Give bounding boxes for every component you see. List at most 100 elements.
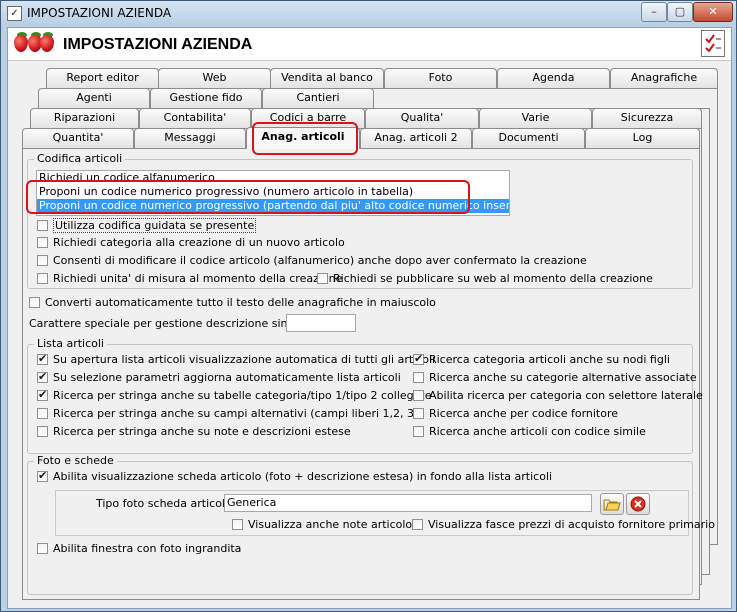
option-highlight [26,180,470,214]
tipo-foto-input[interactable]: Generica [224,494,592,512]
codifica-articoli-group: Codifica articoli Richiedi un codice alf… [27,152,693,289]
checkbox-box[interactable] [37,273,48,284]
checkbox-box[interactable] [413,408,424,419]
tab-quantita[interactable]: Quantita' [22,128,134,148]
minimize-button[interactable]: – [641,2,667,22]
application-window: ✓ IMPOSTAZIONI AZIENDA – ▢ ✕ IMPOSTAZION… [0,0,737,612]
checkbox-label: Ricerca anche su categorie alternative a… [429,371,697,384]
maximize-button[interactable]: ▢ [667,2,693,22]
converti-maiuscolo-checkbox[interactable]: Converti automaticamente tutto il testo … [29,296,436,309]
tab-agenti[interactable]: Agenti [38,88,150,108]
lista-option-checkbox[interactable]: Ricerca categoria articoli anche su nodi… [413,352,670,366]
page-title: IMPOSTAZIONI AZIENDA [63,36,253,53]
visualizza-note-checkbox[interactable]: Visualizza anche note articolo [232,518,412,531]
lista-option-checkbox[interactable]: Ricerca anche articoli con codice simile [413,425,646,438]
abilita-scheda-checkbox[interactable]: Abilita visualizzazione scheda articolo … [37,469,553,483]
client-area: IMPOSTAZIONI AZIENDA Report editor Web V… [7,27,732,609]
checkbox-label: Richiedi categoria alla creazione di un … [53,236,345,249]
tab-sicurezza[interactable]: Sicurezza [592,108,702,128]
checkbox-box[interactable] [37,426,48,437]
tab-riparazioni[interactable]: Riparazioni [30,108,139,128]
checkbox-box[interactable] [37,408,48,419]
checkbox-box[interactable] [37,220,48,231]
richiedi-unita-misura-checkbox[interactable]: Richiedi unita' di misura al momento del… [37,272,342,285]
checkbox-box[interactable] [37,352,48,365]
clear-button[interactable] [626,493,650,515]
checkbox-label: Abilita ricerca per categoria con selett… [429,389,703,402]
checkbox-box[interactable] [37,255,48,266]
checkbox-box[interactable] [412,519,423,530]
checkbox-label: Converti automaticamente tutto il testo … [45,296,436,309]
carattere-speciale-input[interactable] [286,314,356,332]
tab-vendita-al-banco[interactable]: Vendita al banco [270,68,384,88]
tab-varie[interactable]: Varie [479,108,592,128]
tab-anagrafiche[interactable]: Anagrafiche [610,68,718,88]
tab-foto[interactable]: Foto [384,68,497,88]
lista-option-checkbox[interactable]: Ricerca anche su categorie alternative a… [413,371,697,384]
tab-anag-articoli-2[interactable]: Anag. articoli 2 [360,128,472,148]
checkbox-box[interactable] [37,469,48,482]
checkbox-box[interactable] [37,388,48,401]
lista-option-checkbox[interactable]: Su apertura lista articoli visualizzazio… [37,352,436,366]
foto-schede-group: Foto e schede Abilita visualizzazione sc… [27,454,715,595]
tab-gestione-fido[interactable]: Gestione fido [150,88,262,108]
title-bar[interactable]: ✓ IMPOSTAZIONI AZIENDA – ▢ ✕ [1,1,736,25]
carattere-speciale-label: Carattere speciale per gestione descrizi… [29,317,326,330]
tab-cantieri[interactable]: Cantieri [262,88,374,108]
visualizza-fasce-checkbox[interactable]: Visualizza fasce prezzi di acquisto forn… [412,518,715,531]
checkbox-box[interactable] [413,372,424,383]
header-bar: IMPOSTAZIONI AZIENDA [8,28,731,61]
checkbox-label: Visualizza anche note articolo [248,518,413,531]
checkbox-label: Su selezione parametri aggiorna automati… [53,371,401,384]
tab-qualita[interactable]: Qualita' [365,108,479,128]
folder-browse-button[interactable] [600,493,624,515]
tipo-foto-panel: Tipo foto scheda articolo : Generica Vis… [55,490,715,536]
checkbox-box[interactable] [232,519,243,530]
window-title: IMPOSTAZIONI AZIENDA [27,6,172,20]
lista-option-checkbox[interactable]: Ricerca per stringa anche su campi alter… [37,407,418,420]
app-check-icon[interactable]: ✓ [7,6,22,21]
checkbox-label: Ricerca per stringa anche su tabelle cat… [53,389,432,402]
tab-agenda[interactable]: Agenda [497,68,610,88]
tab-contabilita[interactable]: Contabilita' [139,108,251,128]
checkbox-label: Richiedi se pubblicare su web al momento… [333,272,653,285]
checkbox-box[interactable] [317,273,328,284]
checkbox-box[interactable] [413,390,424,401]
utilizza-codifica-guidata-checkbox[interactable]: Utilizza codifica guidata se presente [37,218,257,233]
tab-messaggi[interactable]: Messaggi [134,128,246,148]
checkbox-label: Abilita finestra con foto ingrandita [53,542,242,555]
lista-option-checkbox[interactable]: Ricerca per stringa anche su note e desc… [37,425,351,438]
checkbox-box[interactable] [29,297,40,308]
checkbox-box[interactable] [37,543,48,554]
tab-report-editor[interactable]: Report editor [46,68,159,88]
checkbox-box[interactable] [37,370,48,383]
checkbox-label: Abilita visualizzazione scheda articolo … [53,470,553,483]
lista-option-checkbox[interactable]: Su selezione parametri aggiorna automati… [37,370,401,384]
strawberry-icon [40,35,54,52]
checkbox-label: Su apertura lista articoli visualizzazio… [53,353,436,366]
abilita-finestra-foto-checkbox[interactable]: Abilita finestra con foto ingrandita [37,542,241,555]
close-button[interactable]: ✕ [693,2,733,22]
checkbox-box[interactable] [37,237,48,248]
tipo-foto-label: Tipo foto scheda articolo : [96,497,239,510]
tab-page-anag-articoli: Codifica articoli Richiedi un codice alf… [22,148,715,600]
lista-option-checkbox[interactable]: Ricerca per stringa anche su tabelle cat… [37,388,432,402]
checkbox-box[interactable] [413,426,424,437]
checkbox-label: Richiedi unita' di misura al momento del… [53,272,343,285]
tab-web[interactable]: Web [158,68,271,88]
checkbox-label: Utilizza codifica guidata se presente [53,218,257,233]
lista-option-checkbox[interactable]: Ricerca anche per codice fornitore [413,407,618,420]
checkbox-box[interactable] [413,352,424,365]
lista-option-checkbox[interactable]: Abilita ricerca per categoria con selett… [413,389,703,402]
richiedi-categoria-checkbox[interactable]: Richiedi categoria alla creazione di un … [37,236,345,249]
strawberry-icon [14,35,28,52]
checklist-icon[interactable] [701,30,725,57]
consenti-modifica-codice-checkbox[interactable]: Consenti di modificare il codice articol… [37,254,587,267]
checkbox-label: Visualizza fasce prezzi di acquisto forn… [428,518,715,531]
tab-documenti[interactable]: Documenti [472,128,585,148]
codifica-articoli-label: Codifica articoli [34,152,126,165]
lista-articoli-group: Lista articoli Su apertura lista articol… [27,337,703,454]
folder-icon [603,499,621,511]
tab-log[interactable]: Log [585,128,700,148]
richiedi-pubblicare-web-checkbox[interactable]: Richiedi se pubblicare su web al momento… [317,272,653,285]
